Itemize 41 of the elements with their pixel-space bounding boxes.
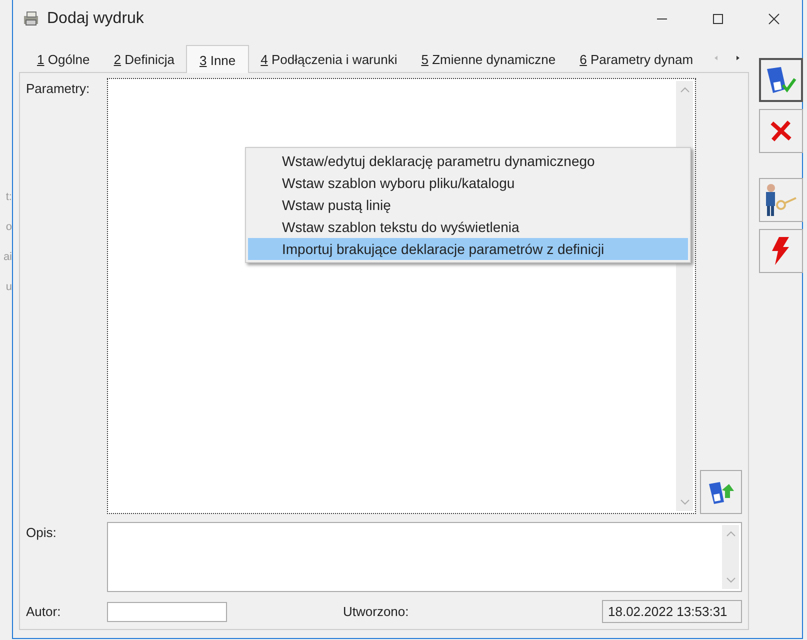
printer-icon: [23, 11, 41, 27]
background-label: t:: [4, 190, 12, 205]
tab[interactable]: 5 Zmienne dynamiczne: [409, 47, 568, 72]
menu-item[interactable]: Wstaw pustą linię: [248, 194, 688, 216]
description-field[interactable]: [107, 522, 742, 592]
field-label: Utworzono:: [343, 604, 409, 619]
scrollbar[interactable]: [722, 525, 739, 589]
save-button[interactable]: [759, 58, 803, 102]
lightning-button[interactable]: [759, 229, 803, 273]
menu-item[interactable]: Wstaw szablon tekstu do wyświetlenia: [248, 216, 688, 238]
cancel-button[interactable]: [759, 109, 803, 153]
close-icon[interactable]: [768, 13, 780, 25]
scroll-left-icon[interactable]: [713, 54, 720, 62]
maximize-icon[interactable]: [712, 13, 724, 25]
chevron-down-icon[interactable]: [726, 577, 736, 583]
created-field: 18.02.2022 13:53:31: [602, 600, 742, 623]
scroll-right-icon[interactable]: [735, 54, 741, 62]
user-key-button[interactable]: [759, 178, 803, 222]
cross-icon: [769, 119, 793, 143]
person-key-icon: [764, 182, 798, 218]
chevron-up-icon[interactable]: [680, 87, 690, 93]
import-button[interactable]: [700, 470, 742, 514]
tab[interactable]: 3 Inne: [186, 45, 249, 73]
tab[interactable]: 4 Podłączenia i warunki: [248, 47, 410, 72]
background-label: o: [4, 220, 12, 235]
chevron-down-icon[interactable]: [680, 499, 690, 505]
tab[interactable]: 6 Parametry dynam: [568, 47, 706, 72]
chevron-up-icon[interactable]: [726, 531, 736, 537]
background-label: u: [4, 280, 12, 295]
menu-item[interactable]: Wstaw szablon wyboru pliku/katalogu: [248, 172, 688, 194]
floppy-check-icon: [765, 65, 797, 95]
menu-item[interactable]: Wstaw/edytuj deklarację parametru dynamicznego: [248, 150, 688, 172]
tab[interactable]: 2 Definicja: [102, 47, 186, 72]
menu-item[interactable]: Importuj brakujące deklaracje parametrów z definicji: [248, 238, 688, 260]
tab[interactable]: 1 Ogólne: [25, 47, 102, 72]
background-label: ai: [2, 250, 12, 265]
window-title: Dodaj wydruk: [47, 10, 144, 28]
field-label: Opis:: [26, 524, 58, 542]
field-label: Parametry:: [26, 80, 91, 98]
author-field[interactable]: [107, 602, 227, 622]
field-label: Autor:: [26, 604, 62, 619]
